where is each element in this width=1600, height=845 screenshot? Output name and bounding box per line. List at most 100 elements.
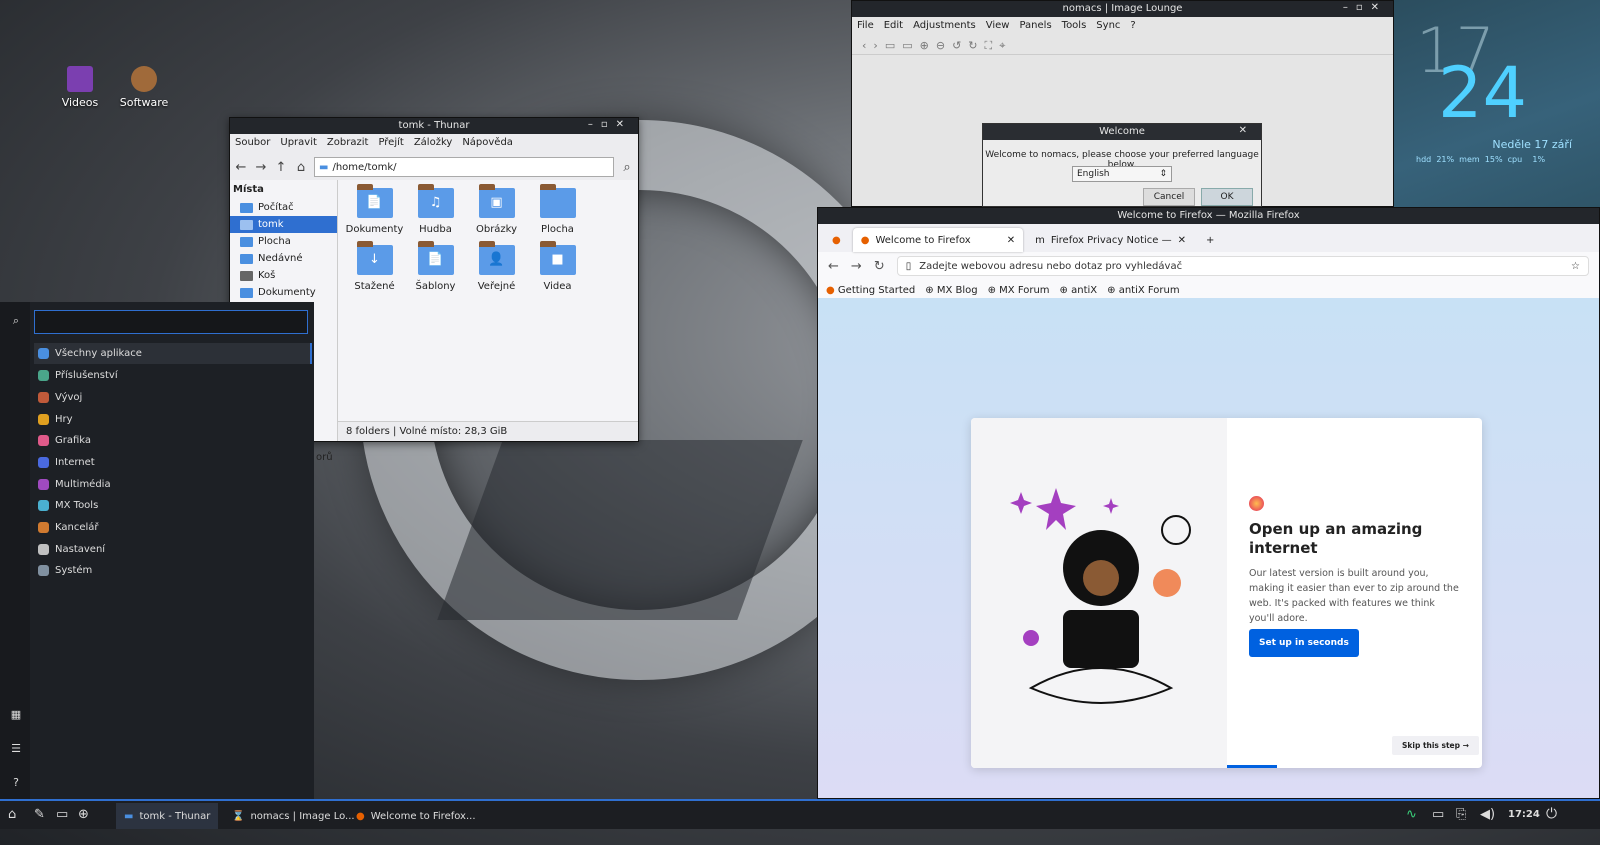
category-item[interactable]: Hry bbox=[34, 409, 312, 430]
folder-item[interactable]: ■ Videa bbox=[527, 241, 588, 292]
folder-item[interactable]: 📄 Dokumenty bbox=[344, 184, 405, 235]
back-icon[interactable]: ← bbox=[234, 160, 248, 175]
firefox-view-tab[interactable]: ● bbox=[824, 228, 849, 252]
menu-upravit[interactable]: Upravit bbox=[280, 137, 317, 151]
up-icon[interactable]: ↑ bbox=[274, 160, 288, 175]
reload-icon[interactable]: ↻ bbox=[874, 259, 885, 274]
power-icon[interactable]: ⏻ bbox=[1546, 806, 1557, 822]
location-bar[interactable]: ▬/home/tomk/ bbox=[314, 157, 614, 177]
folder-item[interactable]: Plocha bbox=[527, 184, 588, 235]
bookmark-item[interactable]: ⊕ antiX Forum bbox=[1107, 285, 1179, 296]
network-activity-icon[interactable]: ∿ bbox=[1406, 807, 1417, 822]
desktop-icon-software[interactable]: Software bbox=[112, 66, 176, 109]
url-bar[interactable]: ▯ Zadejte webovou adresu nebo dotaz pro v… bbox=[896, 256, 1589, 276]
taskbar-app-nomacs[interactable]: ⌛ nomacs | Image Lo... bbox=[224, 803, 363, 829]
folder-item[interactable]: ♫ Hudba bbox=[405, 184, 466, 235]
menu-zobrazit[interactable]: Zobrazit bbox=[327, 137, 369, 151]
nomacs-titlebar[interactable]: nomacs | Image Lounge –▫✕ bbox=[852, 1, 1393, 17]
place-item[interactable]: tomk bbox=[230, 216, 337, 233]
gps-icon[interactable]: ⌖ bbox=[999, 39, 1005, 52]
open-icon[interactable]: ▭ bbox=[885, 39, 895, 52]
menu-napoveda[interactable]: Nápověda bbox=[462, 137, 513, 151]
forward-icon[interactable]: → bbox=[254, 160, 268, 175]
clock[interactable]: 17:24 bbox=[1508, 809, 1540, 820]
ok-button[interactable]: OK bbox=[1201, 188, 1253, 206]
taskbar-app-firefox[interactable]: ● Welcome to Firefox... bbox=[348, 803, 484, 829]
menu-view[interactable]: View bbox=[986, 20, 1010, 34]
menu-edit[interactable]: Edit bbox=[884, 20, 903, 34]
folder-item[interactable]: ▣ Obrázky bbox=[466, 184, 527, 235]
bookmark-item[interactable]: ● Getting Started bbox=[826, 285, 915, 296]
window-controls[interactable]: –▫✕ bbox=[1343, 2, 1387, 13]
thunar-titlebar[interactable]: tomk - Thunar –▫✕ bbox=[230, 118, 638, 134]
tools-icon[interactable]: ✎ bbox=[34, 807, 45, 822]
menu-prejit[interactable]: Přejít bbox=[378, 137, 403, 151]
dialog-titlebar[interactable]: Welcome ✕ bbox=[983, 124, 1261, 140]
category-item[interactable]: Kancelář bbox=[34, 517, 312, 538]
bookmark-item[interactable]: ⊕ antiX bbox=[1060, 285, 1098, 296]
forward-icon[interactable]: → bbox=[851, 259, 862, 274]
mx-logo-icon[interactable]: ⌂ bbox=[8, 807, 16, 822]
folder-item[interactable]: ↓ Stažené bbox=[344, 241, 405, 292]
tab-welcome[interactable]: ● Welcome to Firefox ✕ bbox=[852, 228, 1024, 252]
zoom-out-icon[interactable]: ⊖ bbox=[936, 39, 945, 52]
bookmark-star-icon[interactable]: ☆ bbox=[1571, 261, 1580, 272]
list-view-icon[interactable]: ☰ bbox=[8, 742, 24, 755]
next-icon[interactable]: › bbox=[873, 39, 877, 52]
grid-view-icon[interactable]: ▦ bbox=[8, 708, 24, 721]
folder-item[interactable]: 📄 Šablony bbox=[405, 241, 466, 292]
bookmark-item[interactable]: ⊕ MX Blog bbox=[925, 285, 977, 296]
cancel-button[interactable]: Cancel bbox=[1143, 188, 1195, 206]
taskbar-app-thunar[interactable]: ▬ tomk - Thunar bbox=[116, 803, 219, 829]
menu-adjustments[interactable]: Adjustments bbox=[913, 20, 976, 34]
menu-panels[interactable]: Panels bbox=[1019, 20, 1051, 34]
menu-soubor[interactable]: Soubor bbox=[235, 137, 270, 151]
close-icon[interactable]: ✕ bbox=[1239, 125, 1255, 136]
menu-tools[interactable]: Tools bbox=[1062, 20, 1087, 34]
desktop-icon-videos[interactable]: Videos bbox=[48, 66, 112, 109]
category-item[interactable]: MX Tools bbox=[34, 495, 312, 516]
menu-sync[interactable]: Sync bbox=[1096, 20, 1120, 34]
place-item[interactable]: Nedávné bbox=[230, 250, 337, 267]
place-item[interactable]: Koš bbox=[230, 267, 337, 284]
home-icon[interactable]: ⌂ bbox=[294, 160, 308, 175]
menu-zalozky[interactable]: Záložky bbox=[414, 137, 452, 151]
setup-button[interactable]: Set up in seconds bbox=[1249, 629, 1359, 657]
files-icon[interactable]: ▭ bbox=[56, 807, 68, 822]
bookmark-item[interactable]: ⊕ MX Forum bbox=[988, 285, 1050, 296]
rotate-right-icon[interactable]: ↻ bbox=[968, 39, 977, 52]
volume-icon[interactable]: ◀) bbox=[1480, 807, 1495, 822]
close-icon[interactable]: ✕ bbox=[1007, 235, 1015, 246]
search-icon[interactable]: ⌕ bbox=[620, 160, 634, 175]
category-item[interactable]: Příslušenství bbox=[34, 365, 312, 386]
place-item[interactable]: Dokumenty bbox=[230, 284, 337, 301]
tab-privacy[interactable]: m Firefox Privacy Notice — ✕ bbox=[1027, 228, 1194, 252]
firefox-titlebar[interactable]: Welcome to Firefox — Mozilla Firefox bbox=[818, 208, 1599, 224]
category-item[interactable]: Nastavení bbox=[34, 539, 312, 560]
skip-button[interactable]: Skip this step → bbox=[1392, 736, 1479, 755]
category-item[interactable]: Systém bbox=[34, 560, 312, 581]
category-all[interactable]: Všechny aplikace bbox=[34, 343, 312, 364]
category-item[interactable]: Grafika bbox=[34, 430, 312, 451]
category-item[interactable]: Multimédia bbox=[34, 474, 312, 495]
menu-search-input[interactable] bbox=[34, 310, 308, 334]
category-item[interactable]: Internet bbox=[34, 452, 312, 473]
menu-help[interactable]: ? bbox=[1130, 20, 1135, 34]
save-icon[interactable]: ▭ bbox=[902, 39, 912, 52]
help-icon[interactable]: ? bbox=[8, 776, 24, 789]
browser-icon[interactable]: ⊕ bbox=[78, 807, 89, 822]
close-icon[interactable]: ✕ bbox=[1178, 235, 1186, 246]
place-item[interactable]: Plocha bbox=[230, 233, 337, 250]
clipboard-icon[interactable]: ⎘ bbox=[1456, 807, 1466, 822]
language-select[interactable]: English ⇕ bbox=[1072, 166, 1172, 182]
window-controls[interactable]: –▫✕ bbox=[588, 119, 632, 130]
zoom-in-icon[interactable]: ⊕ bbox=[920, 39, 929, 52]
folder-item[interactable]: 👤 Veřejné bbox=[466, 241, 527, 292]
menu-file[interactable]: File bbox=[857, 20, 874, 34]
notes-icon[interactable]: ▭ bbox=[1432, 807, 1444, 822]
category-item[interactable]: Vývoj bbox=[34, 387, 312, 408]
fullscreen-icon[interactable]: ⛶ bbox=[985, 39, 993, 52]
rotate-left-icon[interactable]: ↺ bbox=[952, 39, 961, 52]
new-tab-button[interactable]: + bbox=[1198, 228, 1222, 252]
prev-icon[interactable]: ‹ bbox=[862, 39, 866, 52]
